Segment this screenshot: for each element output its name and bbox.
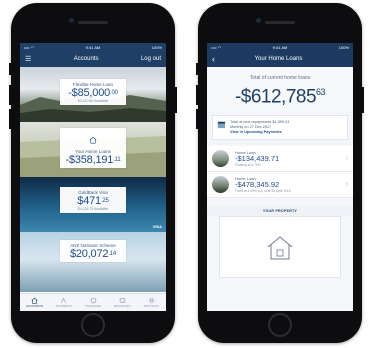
tab-messages[interactable]: MESSAGES — [108, 294, 137, 311]
tab-label: PAYMENTS — [55, 304, 72, 308]
account-available: $4,126.75 Available — [77, 207, 109, 211]
status-battery: 100% — [151, 44, 162, 50]
chevron-right-icon: › — [345, 181, 348, 189]
loan-row[interactable]: Home Loan -$134,439.71 Floating at 5.79%… — [207, 146, 353, 173]
payments-icon — [61, 297, 67, 303]
account-card: Flexible Home Loan -$85,000.00 $3,410.80… — [60, 79, 126, 105]
loan-thumbnail — [212, 150, 229, 168]
home-loans-screen: •••• ◠ 9:41 AM 100% ‹ Your Home Loans To… — [207, 43, 353, 311]
page-title: Your Home Loans — [254, 56, 303, 62]
account-card: ANZ NoSaver Scheme $20,072.14 — [60, 240, 126, 262]
messages-icon — [119, 298, 125, 303]
logout-link[interactable]: Log out — [141, 56, 161, 62]
home-icon — [31, 297, 38, 304]
tab-label: TRANSFER — [84, 304, 102, 308]
house-icon — [89, 136, 97, 144]
upcoming-payments-link[interactable]: View in Upcoming Payments — [230, 130, 289, 135]
account-tile[interactable]: Your Home Loans -$358,191.11 — [20, 122, 166, 177]
phone-right: •••• ◠ 9:41 AM 100% ‹ Your Home Loans To… — [196, 3, 364, 343]
signal-icon: •••• ◠ — [24, 44, 35, 50]
camera-icon — [256, 18, 261, 23]
account-available: $3,410.80 Available — [77, 99, 109, 103]
status-battery: 100% — [338, 44, 349, 50]
property-card[interactable] — [219, 216, 341, 279]
status-bar: •••• ◠ 9:41 AM 100% — [207, 43, 353, 51]
tab-label: SETTINGS — [143, 304, 159, 308]
home-loans-header: ‹ Your Home Loans — [207, 51, 353, 67]
tab-label: MESSAGES — [113, 304, 131, 308]
account-card: GoldBack Visa $471.25 $4,126.75 Availabl… — [60, 187, 126, 213]
home-button[interactable] — [268, 313, 292, 337]
phone-left: •••• ◠ 9:41 AM 100% ☰ Accounts Log out F… — [9, 3, 177, 343]
tab-bar: ACCOUNTS PAYMENTS TRANSFER MESSAGES SETT… — [20, 293, 166, 311]
property-section-header: YOUR PROPERTY — [207, 206, 353, 217]
home-button[interactable] — [81, 313, 105, 337]
repayments-info: Total of next repayments $1,599.24 Month… — [212, 115, 348, 141]
earpiece — [265, 21, 295, 24]
loan-balance: -$478,345.92 — [235, 180, 280, 190]
accounts-header: ☰ Accounts Log out — [20, 51, 166, 67]
tab-label: ACCOUNTS — [26, 304, 44, 308]
loan-rate: Fixed at 4.29% p.a. until 30 April 2018 — [235, 189, 291, 194]
loan-row[interactable]: Home Loan -$478,345.92 Fixed at 4.29% p.… — [207, 172, 353, 199]
transfer-icon — [90, 297, 96, 304]
status-time: 9:41 AM — [272, 44, 288, 50]
calendar-icon — [217, 122, 226, 129]
page-title: Accounts — [73, 56, 99, 62]
account-balance: -$358,191.11 — [65, 154, 121, 166]
account-tile[interactable]: GoldBack Visa $471.25 $4,126.75 Availabl… — [20, 177, 166, 232]
loan-thumbnail — [212, 176, 229, 194]
tab-settings[interactable]: SETTINGS — [137, 294, 166, 311]
account-balance: $471.25 — [77, 195, 109, 207]
tab-accounts[interactable]: ACCOUNTS — [20, 294, 49, 311]
status-bar: •••• ◠ 9:41 AM 100% — [20, 43, 166, 51]
gear-icon — [148, 297, 155, 304]
account-card: Your Home Loans -$358,191.11 — [60, 128, 126, 168]
signal-icon: •••• ◠ — [211, 44, 222, 50]
house-icon — [267, 236, 293, 260]
loan-rate: Floating at 5.79% — [235, 163, 261, 168]
camera-icon — [69, 18, 74, 23]
earpiece — [78, 21, 108, 24]
account-tile[interactable]: ANZ NoSaver Scheme $20,072.14 — [20, 232, 166, 292]
account-balance: $20,072.14 — [69, 248, 117, 260]
account-tile[interactable]: Flexible Home Loan -$85,000.00 $3,410.80… — [20, 67, 166, 122]
tab-payments[interactable]: PAYMENTS — [49, 294, 78, 311]
loan-balance: -$134,439.71 — [235, 154, 280, 164]
account-balance: -$85,000.00 — [68, 87, 118, 99]
visa-logo: VISA — [152, 224, 162, 229]
tab-transfer[interactable]: TRANSFER — [78, 294, 107, 311]
accounts-screen: •••• ◠ 9:41 AM 100% ☰ Accounts Log out F… — [20, 43, 166, 311]
total-amount: -$612,78563 — [234, 86, 326, 108]
chevron-right-icon: › — [345, 155, 348, 163]
status-time: 9:41 AM — [85, 44, 101, 50]
